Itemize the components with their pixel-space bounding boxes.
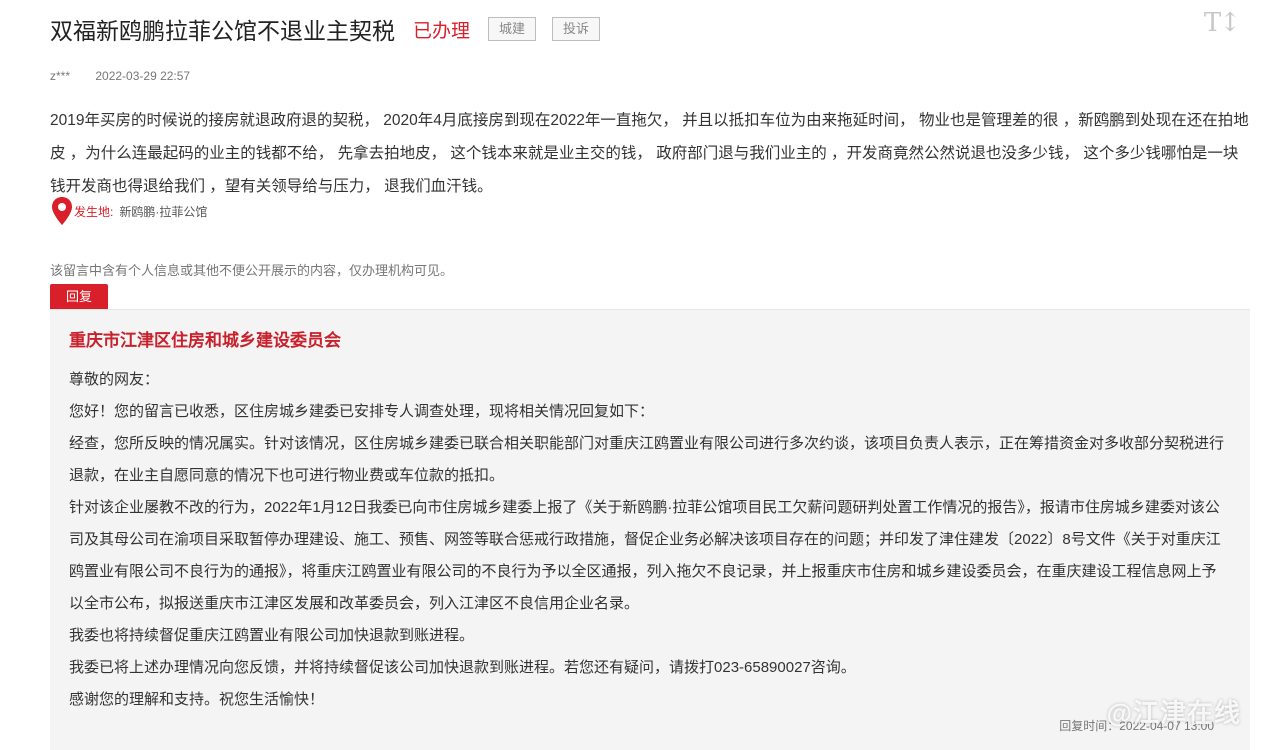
font-size-icon[interactable]: T↕ xyxy=(1204,8,1241,38)
post-date: 2022-03-29 22:57 xyxy=(95,69,191,83)
reply-paragraph: 针对该企业屡教不改的行为，2022年1月12日我委已向市住房城乡建委上报了《关于… xyxy=(69,499,1221,612)
title-row: 双福新鸥鹏拉菲公馆不退业主契税 已办理 城建 投诉 xyxy=(50,12,601,46)
reply-paragraph: 我委已将上述办理情况向您反馈，并将持续督促该公司加快退款到账进程。若您还有疑问，… xyxy=(69,659,856,676)
location: 发生地: 新鸥鹏·拉菲公馆 xyxy=(50,196,207,226)
reply-paragraph: 您好！您的留言已收悉，区住房城乡建委已安排专人调查处理，现将相关情况回复如下： xyxy=(69,403,655,420)
watermark: @江津在线 xyxy=(1106,698,1241,728)
type-tag[interactable]: 投诉 xyxy=(552,17,601,41)
status-label: 已办理 xyxy=(413,20,471,42)
map-pin-icon xyxy=(52,197,72,225)
reply-paragraph: 感谢您的理解和支持。祝您生活愉快！ xyxy=(69,691,325,708)
reply-tab[interactable]: 回复 xyxy=(50,284,108,309)
author: z*** xyxy=(50,69,71,83)
reply-paragraph: 我委也将持续督促重庆江鸥置业有限公司加快退款到账进程。 xyxy=(69,627,475,644)
reply-content: 尊敬的网友： 您好！您的留言已收悉，区住房城乡建委已安排专人调查处理，现将相关情… xyxy=(69,364,1229,716)
reply-department: 重庆市江津区住房和城乡建设委员会 xyxy=(69,331,341,350)
post-content: 2019年买房的时候说的接房就退政府退的契税， 2020年4月底接房到现在202… xyxy=(50,112,1249,195)
reply-box: 重庆市江津区住房和城乡建设委员会 尊敬的网友： 您好！您的留言已收悉，区住房城乡… xyxy=(50,309,1250,750)
location-value: 新鸥鹏·拉菲公馆 xyxy=(119,204,208,219)
post-meta: z*** 2022-03-29 22:57 xyxy=(50,69,190,83)
reply-paragraph: 经查，您所反映的情况属实。针对该情况，区住房城乡建委已联合相关职能部门对重庆江鸥… xyxy=(69,435,1225,484)
location-label: 发生地: xyxy=(74,204,114,219)
category-tag[interactable]: 城建 xyxy=(488,17,537,41)
privacy-notice: 该留言中含有个人信息或其他不便公开展示的内容，仅办理机构可见。 xyxy=(50,263,454,278)
reply-paragraph: 尊敬的网友： xyxy=(69,371,160,388)
post-title: 双福新鸥鹏拉菲公馆不退业主契税 xyxy=(50,18,395,44)
